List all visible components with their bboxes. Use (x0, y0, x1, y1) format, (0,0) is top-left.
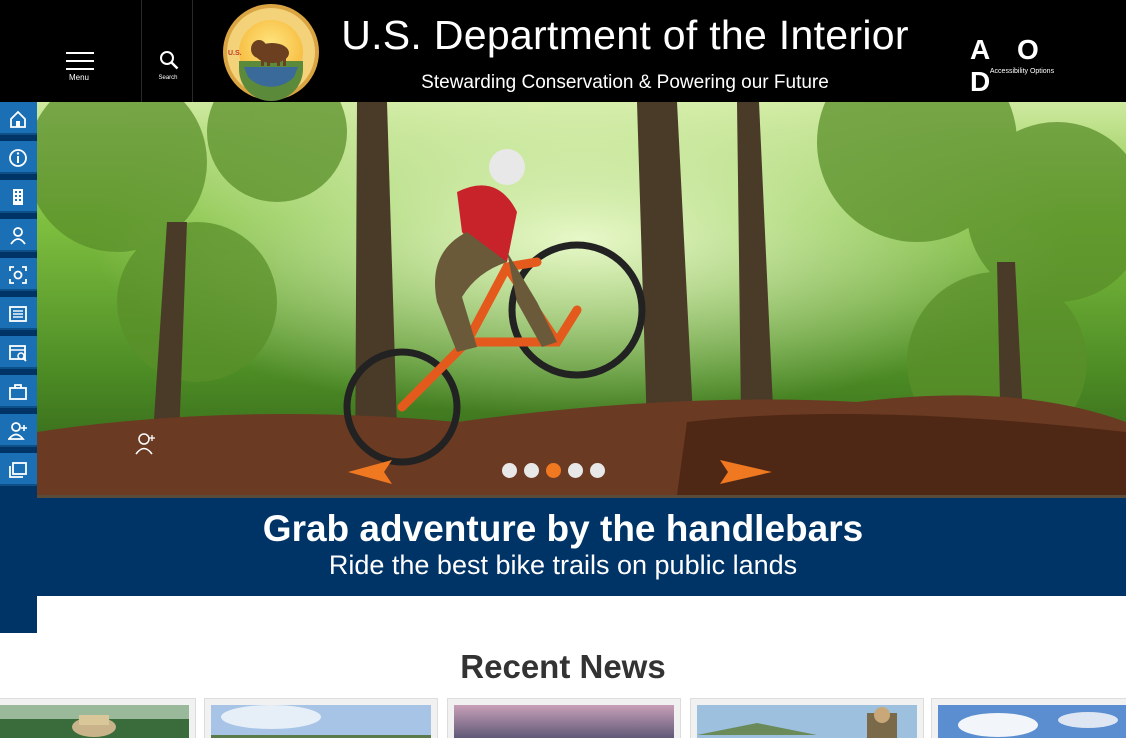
carousel-dot-5[interactable] (590, 463, 605, 478)
news-card-4[interactable] (690, 698, 924, 738)
site-title[interactable]: U.S. Department of the Interior (330, 12, 920, 59)
accessibility-label: Accessibility Options (989, 68, 1055, 75)
news-thumbnail (454, 705, 674, 738)
seal-letters: U.S. (228, 50, 242, 57)
sidenav-gallery[interactable] (0, 453, 40, 486)
news-thumbnail (938, 705, 1126, 738)
news-thumbnail (697, 705, 917, 738)
menu-button[interactable]: Menu (0, 0, 142, 102)
people-icon (10, 227, 26, 245)
accessibility-options-button[interactable]: A O D Accessibility Options (966, 34, 1078, 97)
search-icon (160, 51, 179, 70)
sidenav-leadership[interactable] (0, 219, 40, 252)
sidenav-jobs[interactable] (0, 375, 40, 408)
sidenav-bureaus[interactable] (0, 180, 40, 213)
building-icon (13, 189, 23, 205)
web-search-icon (9, 345, 27, 362)
focus-icon (9, 266, 27, 284)
site-tagline: Stewarding Conservation & Powering our F… (421, 72, 829, 93)
carousel-next-arrow[interactable] (720, 460, 772, 484)
search-button[interactable]: Search (143, 0, 193, 102)
news-card-2[interactable] (204, 698, 438, 738)
home-icon (10, 110, 26, 128)
recent-news-heading: Recent News (460, 648, 666, 685)
gallery-icon (9, 462, 27, 478)
news-thumbnail (0, 705, 189, 738)
news-card-3[interactable] (447, 698, 681, 738)
accessibility-glyphs: A O D (970, 34, 1049, 97)
doi-seal-logo[interactable]: U.S. (222, 3, 320, 101)
news-icon (9, 306, 27, 322)
search-label: Search (158, 75, 178, 81)
sidenav-about[interactable] (0, 141, 40, 174)
carousel-caption[interactable]: Grab adventure by the handlebars Ride th… (37, 495, 1126, 596)
site-header: Menu Search U.S. U.S. Department of the … (0, 0, 1126, 102)
sidenav-home[interactable] (0, 102, 40, 135)
sidenav-news[interactable] (0, 297, 40, 330)
news-card-1[interactable] (0, 698, 196, 738)
photo-credit-user-icon[interactable] (134, 432, 156, 456)
carousel-dot-4[interactable] (568, 463, 583, 478)
news-card-5[interactable] (931, 698, 1126, 738)
add-user-icon (8, 422, 27, 440)
carousel-slide-image[interactable] (37, 102, 1126, 495)
carousel-subtitle: Ride the best bike trails on public land… (328, 550, 798, 580)
sidenav-priorities[interactable] (0, 258, 40, 291)
carousel-dot-2[interactable] (524, 463, 539, 478)
briefcase-icon (9, 384, 27, 400)
carousel-prev-arrow[interactable] (348, 460, 392, 484)
info-icon (9, 149, 27, 167)
carousel-dot-1[interactable] (502, 463, 517, 478)
sidenav-services[interactable] (0, 336, 40, 369)
sidenav-contact[interactable] (0, 414, 40, 447)
side-navigation (0, 102, 40, 633)
carousel-title[interactable]: Grab adventure by the handlebars (37, 508, 1089, 550)
menu-label: Menu (68, 73, 89, 82)
news-thumbnail (211, 705, 431, 738)
carousel-dot-3[interactable] (546, 463, 561, 478)
